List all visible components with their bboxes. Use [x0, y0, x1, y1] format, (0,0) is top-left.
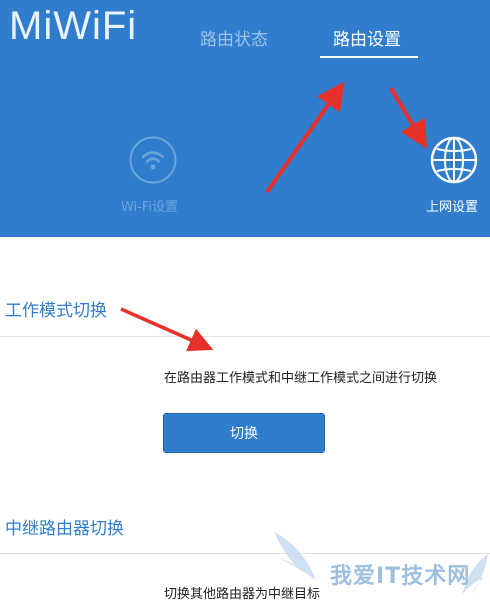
section-title-work-mode: 工作模式切换: [5, 301, 107, 321]
globe-icon[interactable]: [430, 136, 478, 184]
tab-router-settings[interactable]: 路由设置: [333, 25, 401, 50]
watermark-text: 我爱IT技术网: [330, 564, 471, 589]
tile-label-wifi-settings[interactable]: Wi-Fi设置: [121, 196, 178, 215]
active-tab-underline: [320, 56, 418, 58]
annotation-arrow: [120, 307, 214, 352]
wifi-icon[interactable]: [129, 136, 177, 184]
switch-mode-button[interactable]: 切换: [163, 413, 325, 453]
tab-router-status[interactable]: 路由状态: [200, 25, 268, 50]
miwifi-logo: MiWiFi: [9, 4, 138, 48]
work-mode-description: 在路由器工作模式和中继工作模式之间进行切换: [164, 371, 438, 386]
section-title-relay-router: 中继路由器切换: [5, 519, 124, 539]
top-header: MiWiFi 路由状态 路由设置 Wi-Fi设置 上网设置: [0, 0, 490, 237]
tile-label-internet-settings[interactable]: 上网设置: [426, 196, 478, 215]
section-divider: [0, 336, 490, 337]
